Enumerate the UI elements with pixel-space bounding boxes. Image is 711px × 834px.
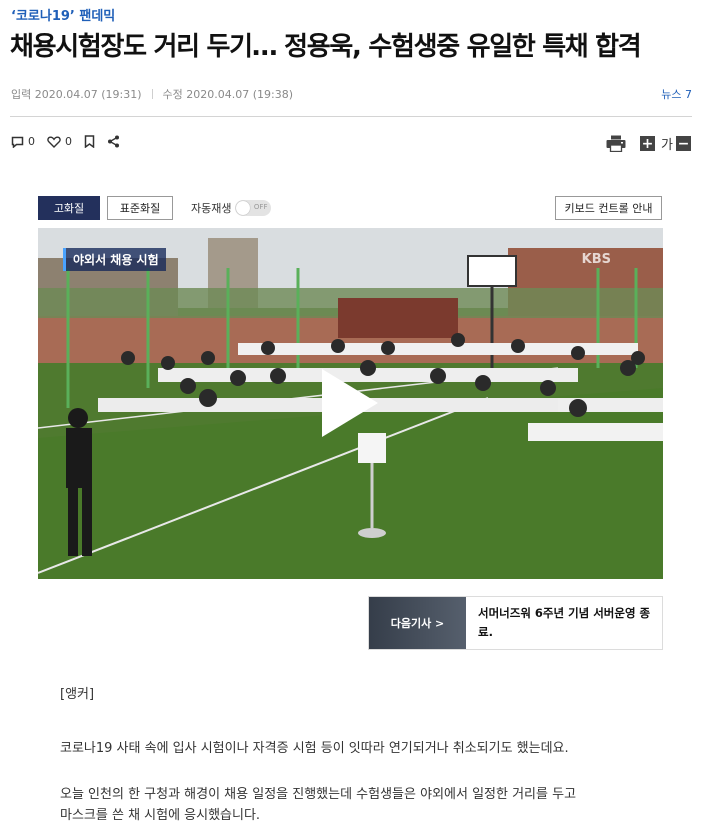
article-headline: 채용시험장도 거리 두기… 정용욱, 수험생중 유일한 특채 합격 xyxy=(10,32,642,62)
heart-icon xyxy=(47,135,61,148)
like-button[interactable]: 0 xyxy=(47,135,72,148)
keyboard-guide-button[interactable]: 키보드 컨트롤 안내 xyxy=(555,196,662,220)
comment-count: 0 xyxy=(28,135,35,148)
category-label[interactable]: ‘코로나19’ 팬데믹 xyxy=(11,5,115,24)
high-quality-button[interactable]: 고화질 xyxy=(38,196,100,220)
bookmark-icon xyxy=(84,135,95,148)
autoplay-toggle[interactable]: OFF xyxy=(235,200,272,216)
article-meta: 입력 2020.04.07 (19:31) 수정 2020.04.07 (19:… xyxy=(11,86,293,102)
print-icon[interactable] xyxy=(606,135,626,152)
share-icon xyxy=(108,135,119,148)
article-actions: 0 0 xyxy=(11,135,132,148)
meta-divider xyxy=(151,89,153,99)
body-paragraph-anchor: [앵커] xyxy=(60,687,95,702)
play-icon[interactable] xyxy=(320,367,380,439)
article-body: [앵커] 코로나19 사태 속에 입사 시험이나 자격증 시험 등이 잇따라 연… xyxy=(60,684,660,826)
standard-quality-button[interactable]: 표준화질 xyxy=(107,196,173,220)
next-article-card[interactable]: 다음기사 > 서머너즈워 6주년 기념 서버운영 종료. xyxy=(368,596,663,650)
comment-button[interactable]: 0 xyxy=(11,135,35,148)
paragraph-spacer xyxy=(60,705,660,726)
modified-time: 수정 2020.04.07 (19:38) xyxy=(162,88,294,101)
autoplay-label: 자동재생 xyxy=(191,202,232,215)
toggle-knob xyxy=(236,201,251,215)
input-time: 입력 2020.04.07 (19:31) xyxy=(11,88,142,101)
font-increase-button[interactable]: + xyxy=(640,136,656,151)
press-name[interactable]: 뉴스 7 xyxy=(661,86,692,102)
comment-icon xyxy=(11,136,24,148)
paragraph-spacer xyxy=(60,759,660,779)
broadcaster-logo: KBS xyxy=(581,252,611,267)
font-size-label: 가 xyxy=(661,138,673,153)
share-button[interactable] xyxy=(107,135,120,148)
autoplay-state: OFF xyxy=(253,203,268,211)
body-paragraph-1: 코로나19 사태 속에 입사 시험이나 자격증 시험 등이 잇따라 연기되거나 … xyxy=(60,741,569,756)
font-decrease-button[interactable]: − xyxy=(676,136,691,151)
body-paragraph-2-line-2: 마스크를 쓴 채 시험에 응시했습니다. xyxy=(60,808,261,823)
like-count: 0 xyxy=(65,135,72,148)
next-article-label: 다음기사 > xyxy=(390,617,445,630)
article-tools: + 가 − xyxy=(606,134,691,153)
next-article-title[interactable]: 서머너즈워 6주년 기념 서버운영 종료. xyxy=(466,597,662,649)
header-divider xyxy=(10,116,692,117)
next-article-thumbnail[interactable]: 다음기사 > xyxy=(369,597,466,649)
body-paragraph-2-line-1: 오늘 인천의 한 구청과 해경이 채용 일정을 진행했는데 수험생들은 야외에서… xyxy=(60,787,577,802)
video-player[interactable]: 야외서 채용 시험 KBS xyxy=(38,228,663,579)
video-caption: 야외서 채용 시험 xyxy=(63,248,166,271)
autoplay-control: 자동재생 OFF xyxy=(191,196,272,220)
bookmark-button[interactable] xyxy=(84,135,95,148)
